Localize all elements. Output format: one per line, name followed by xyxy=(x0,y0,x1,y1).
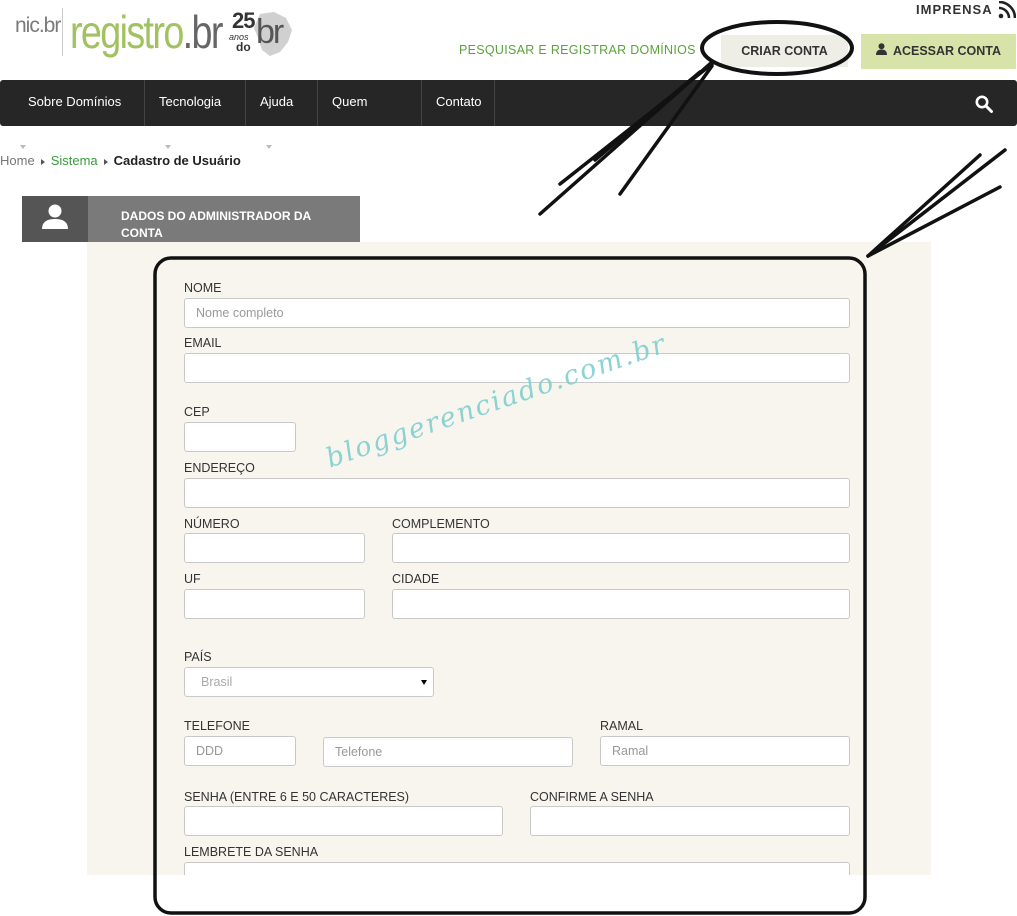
criar-conta-highlight-ellipse xyxy=(700,20,854,76)
arrow-lines-criar xyxy=(538,60,714,216)
arrow-lines-form xyxy=(866,148,1007,258)
annotation-overlay xyxy=(153,20,1007,915)
form-highlight-box xyxy=(153,256,867,915)
